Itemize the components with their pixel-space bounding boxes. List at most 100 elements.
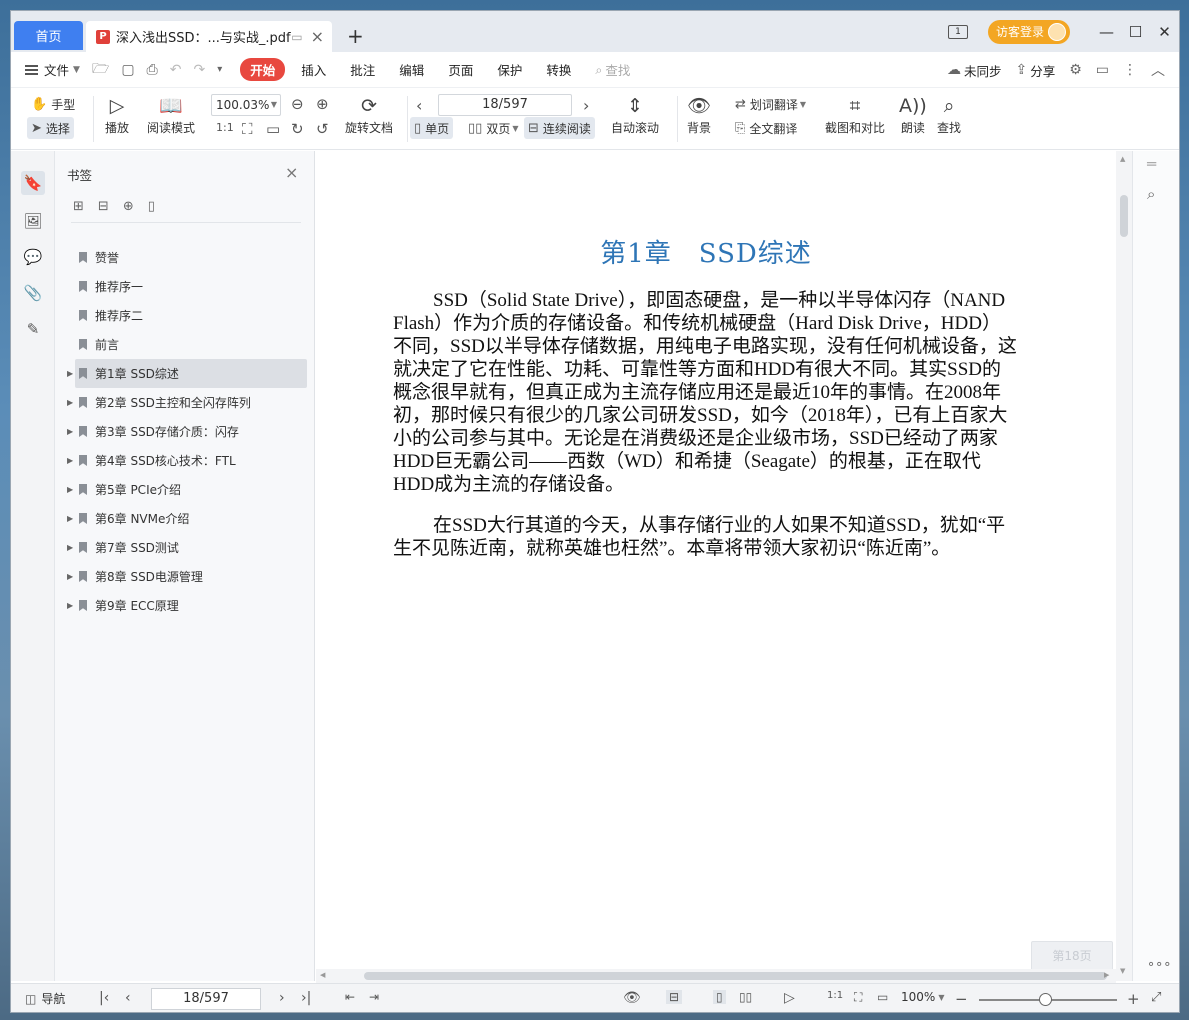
signature-icon[interactable]: ✎: [21, 317, 45, 341]
bookmark-item-active[interactable]: ▶ 第1章 SSD综述: [67, 359, 307, 388]
expand-arrow-icon[interactable]: ▶: [67, 514, 73, 523]
hand-tool[interactable]: ✋ 手型: [27, 93, 79, 115]
double-view-icon[interactable]: ▯▯: [739, 990, 752, 1004]
actual-size-icon[interactable]: 1:1: [827, 990, 843, 1001]
add-bookmark-icon[interactable]: ⊕: [123, 199, 134, 214]
fullscreen-icon[interactable]: ⤢: [1151, 990, 1161, 1005]
read-aloud-button[interactable]: A)) 朗读: [899, 93, 927, 136]
attachment-icon[interactable]: 📎: [21, 281, 45, 305]
share-button[interactable]: ⇪ 分享: [1015, 61, 1055, 80]
next-page-icon[interactable]: ›: [279, 990, 285, 1006]
expand-arrow-icon[interactable]: ▶: [67, 369, 73, 378]
menu-protect[interactable]: 保护: [497, 60, 522, 79]
new-tab-button[interactable]: +: [347, 24, 364, 48]
single-page-button[interactable]: ▯ 单页: [410, 117, 454, 139]
word-translate-button[interactable]: ⇄ 划词翻译 ▼: [731, 93, 810, 115]
maximize-button[interactable]: ☐: [1121, 23, 1150, 41]
full-translate-button[interactable]: ⎘ 全文翻译: [731, 117, 801, 139]
zoom-out-icon[interactable]: ⊖: [291, 95, 304, 113]
comment-panel-icon[interactable]: 💬: [21, 245, 45, 269]
expand-arrow-icon[interactable]: ▶: [67, 485, 73, 494]
zoom-slider-handle[interactable]: [1039, 993, 1052, 1006]
menu-start[interactable]: 开始: [240, 58, 286, 81]
menu-page[interactable]: 页面: [448, 60, 473, 79]
thumbnail-icon[interactable]: 🖼: [21, 209, 45, 233]
zoom-out-icon[interactable]: −: [955, 990, 968, 1008]
scroll-up-icon[interactable]: ▲: [1120, 155, 1125, 163]
comment-icon[interactable]: ▭: [1096, 62, 1109, 78]
status-zoom-select[interactable]: 100% ▼: [901, 990, 944, 1004]
next-page-icon[interactable]: ›: [583, 96, 589, 115]
bookmark-item[interactable]: 推荐序二: [55, 301, 315, 330]
home-tab[interactable]: 首页: [14, 21, 83, 50]
bookmark-item[interactable]: ▶ 第3章 SSD存储介质：闪存: [55, 417, 315, 446]
menu-edit[interactable]: 编辑: [399, 60, 424, 79]
read-mode-button[interactable]: 📖 阅读模式: [147, 93, 195, 136]
back-icon[interactable]: ⇤: [345, 990, 355, 1004]
play-button[interactable]: ▷ 播放: [105, 93, 129, 136]
background-button[interactable]: 👁 背景: [687, 93, 711, 136]
sync-status[interactable]: ☁ 未同步: [947, 61, 1002, 80]
zoom-select[interactable]: 100.03% ▼: [211, 94, 281, 116]
more-icon[interactable]: ⋮: [1123, 62, 1137, 78]
close-tab-icon[interactable]: ×: [311, 27, 324, 46]
settings-icon[interactable]: ⚙: [1069, 62, 1082, 78]
bookmark-item[interactable]: ▶ 第6章 NVMe介绍: [55, 504, 315, 533]
scroll-down-icon[interactable]: ▼: [1120, 967, 1125, 975]
continuous-read-button[interactable]: ⊟ 连续阅读: [524, 117, 595, 139]
status-page-input[interactable]: 18/597: [151, 988, 261, 1010]
window-count-icon[interactable]: 1: [947, 24, 968, 39]
expand-arrow-icon[interactable]: ▶: [67, 456, 73, 465]
guest-login-button[interactable]: 访客登录: [987, 19, 1070, 44]
open-folder-icon[interactable]: 🗁: [92, 58, 109, 82]
save-icon[interactable]: ▢: [121, 62, 134, 78]
navigation-toggle[interactable]: ◫ 导航: [25, 990, 65, 1007]
scroll-left-icon[interactable]: ◀: [320, 971, 325, 979]
prev-page-icon[interactable]: ‹: [416, 96, 422, 115]
redo-icon[interactable]: ↷: [193, 62, 205, 78]
page-number-input[interactable]: 18/597: [438, 94, 572, 116]
expand-arrow-icon[interactable]: ▶: [67, 543, 73, 552]
collapse-icon[interactable]: ︿: [1151, 60, 1165, 80]
rotate-document-button[interactable]: ⟳ 旋转文档: [345, 93, 393, 136]
bookmark-item[interactable]: ▶ 第4章 SSD核心技术：FTL: [55, 446, 315, 475]
expand-arrow-icon[interactable]: ▶: [67, 427, 73, 436]
fit-width-icon[interactable]: ▭: [266, 120, 280, 138]
bookmark-item[interactable]: 赞誉: [55, 243, 315, 272]
rotate-right-icon[interactable]: ↺: [316, 120, 329, 138]
forward-icon[interactable]: ⇥: [369, 990, 379, 1004]
auto-scroll-button[interactable]: ⇕ 自动滚动: [611, 93, 659, 136]
more-icon[interactable]: ∘∘∘: [1147, 957, 1171, 972]
expand-arrow-icon[interactable]: ▶: [67, 572, 73, 581]
print-icon[interactable]: ⎙: [147, 62, 158, 78]
single-view-icon[interactable]: ▯: [713, 990, 726, 1004]
fit-page-icon[interactable]: ⛶: [242, 120, 253, 138]
menu-insert[interactable]: 插入: [301, 60, 326, 79]
menu-annotate[interactable]: 批注: [350, 60, 375, 79]
play-icon[interactable]: ▷: [784, 990, 795, 1006]
document-tab[interactable]: P 深入浅出SSD：...与实战_.pdf ▭ ×: [86, 21, 332, 52]
more-chevron-icon[interactable]: ▾: [217, 64, 222, 75]
zoom-in-icon[interactable]: +: [1127, 990, 1140, 1008]
last-page-icon[interactable]: ›|: [301, 990, 311, 1006]
bookmark-item[interactable]: ▶ 第2章 SSD主控和全闪存阵列: [55, 388, 315, 417]
menu-convert[interactable]: 转换: [546, 60, 571, 79]
undo-icon[interactable]: ↶: [170, 62, 182, 78]
search-annotate-icon[interactable]: ⌕: [1147, 185, 1155, 203]
screenshot-compare-button[interactable]: ⌗ 截图和对比: [825, 93, 885, 136]
expand-arrow-icon[interactable]: ▶: [67, 398, 73, 407]
close-icon[interactable]: ×: [285, 163, 298, 182]
expand-all-icon[interactable]: ⊞: [73, 199, 84, 214]
fit-page-icon[interactable]: ⛶: [854, 990, 862, 1005]
fit-width-icon[interactable]: ▭: [877, 990, 888, 1004]
panel-handle-icon[interactable]: ═: [1147, 155, 1156, 173]
double-page-button[interactable]: ▯▯ 双页 ▼: [464, 117, 522, 139]
scroll-right-icon[interactable]: ▶: [1104, 971, 1109, 979]
eye-protect-icon[interactable]: 👁: [623, 990, 641, 1006]
minimize-button[interactable]: —: [1092, 23, 1121, 41]
continuous-view-icon[interactable]: ⊟: [666, 990, 683, 1004]
horizontal-scrollbar[interactable]: ◀ ▶: [316, 969, 1116, 983]
tab-window-icon[interactable]: ▭: [291, 30, 302, 44]
select-tool[interactable]: ➤ 选择: [27, 117, 74, 139]
find-button[interactable]: ⌕ 查找: [937, 93, 961, 136]
